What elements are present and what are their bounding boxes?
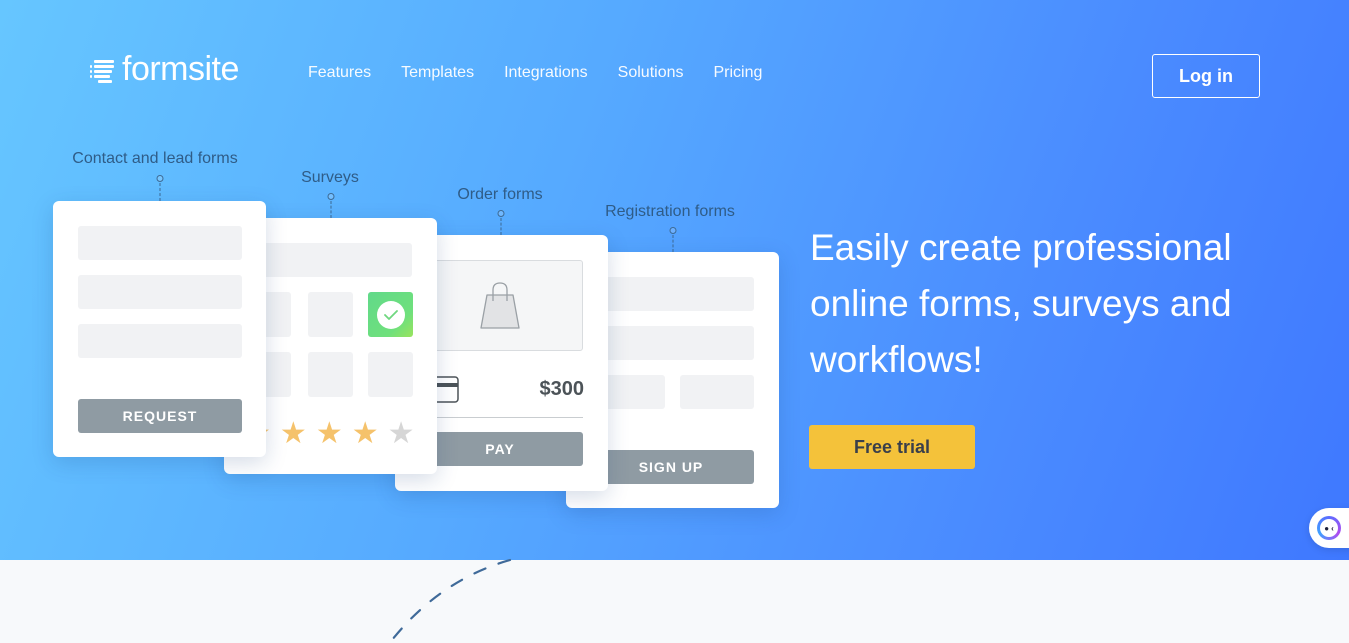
star-rating: ★★★★★	[244, 419, 415, 449]
signup-button: SIGN UP	[588, 450, 754, 484]
form-field	[246, 243, 412, 277]
form-field	[680, 375, 754, 409]
pin-marker	[669, 227, 677, 234]
nav-templates[interactable]: Templates	[401, 64, 474, 82]
label-surveys: Surveys	[301, 169, 359, 186]
form-field	[78, 324, 242, 358]
chat-bot-icon: ● ‹	[1317, 516, 1341, 540]
survey-option	[308, 352, 353, 397]
check-circle-icon	[376, 300, 405, 329]
divider	[417, 417, 583, 418]
form-field	[78, 226, 242, 260]
pin-line	[500, 218, 502, 235]
star-filled-icon: ★	[351, 417, 379, 450]
pin-line	[330, 201, 332, 218]
nav-features[interactable]: Features	[308, 64, 371, 82]
label-order-forms: Order forms	[457, 186, 543, 203]
free-trial-button[interactable]: Free trial	[809, 425, 975, 469]
order-price: $300	[539, 378, 585, 400]
main-nav: Features Templates Integrations Solution…	[308, 64, 762, 82]
survey-option-selected	[368, 292, 413, 337]
product-image	[417, 260, 583, 351]
pin-marker	[327, 193, 335, 200]
logo[interactable]: formsite	[90, 52, 239, 86]
login-button[interactable]: Log in	[1152, 54, 1260, 98]
nav-integrations[interactable]: Integrations	[504, 64, 588, 82]
request-button: REQUEST	[78, 399, 242, 433]
logo-text: formsite	[122, 50, 239, 88]
label-registration-forms: Registration forms	[605, 203, 735, 220]
hero-section: formsite Features Templates Integrations…	[0, 0, 1349, 560]
nav-pricing[interactable]: Pricing	[714, 64, 763, 82]
form-field	[588, 326, 754, 360]
survey-option	[368, 352, 413, 397]
contact-form-card: REQUEST	[53, 201, 266, 457]
nav-solutions[interactable]: Solutions	[618, 64, 684, 82]
star-filled-icon: ★	[279, 417, 307, 450]
pay-button: PAY	[417, 432, 583, 466]
label-contact-forms: Contact and lead forms	[72, 150, 238, 167]
pin-marker	[156, 175, 164, 182]
logo-icon	[90, 56, 116, 83]
shopping-bag-icon	[480, 281, 520, 329]
pin-marker	[497, 210, 505, 217]
pin-line	[672, 235, 674, 252]
hero-headline: Easily create professional online forms,…	[810, 227, 1232, 380]
form-field	[588, 277, 754, 311]
star-empty-icon: ★	[387, 417, 415, 450]
dashed-arc-decoration	[390, 558, 512, 642]
star-filled-icon: ★	[315, 417, 343, 450]
form-field	[78, 275, 242, 309]
pin-line	[159, 183, 161, 201]
survey-option	[308, 292, 353, 337]
chat-widget-button[interactable]: ● ‹	[1309, 508, 1349, 548]
